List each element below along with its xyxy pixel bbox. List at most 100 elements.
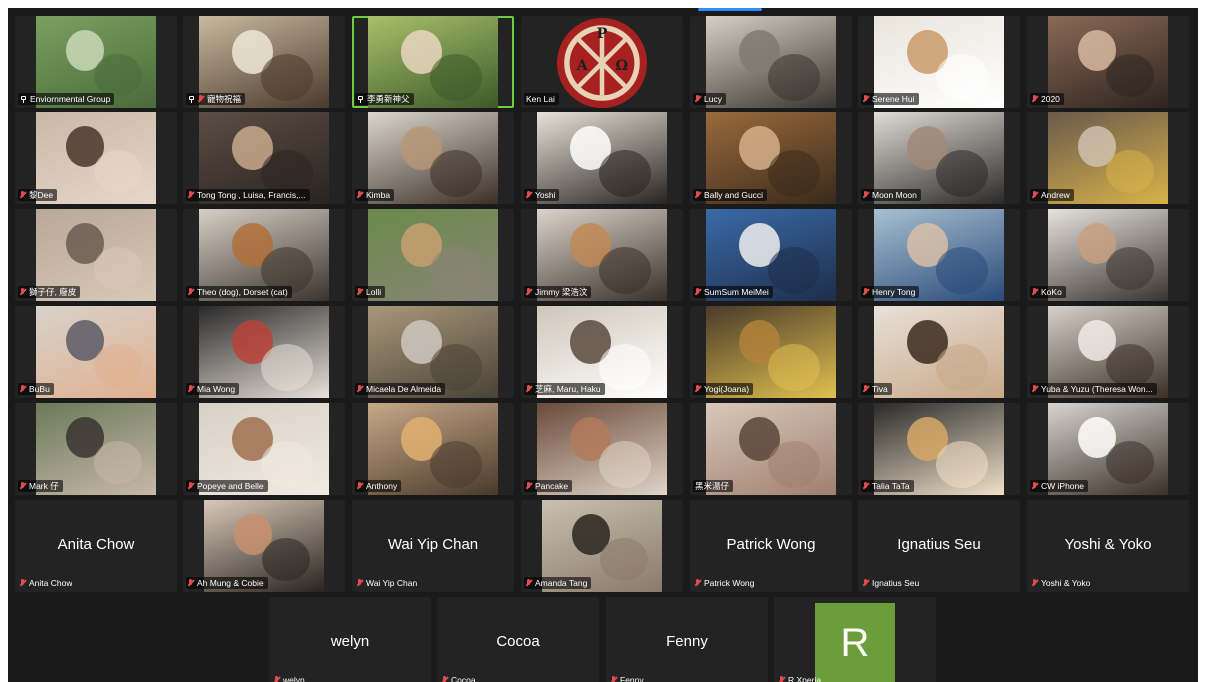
participant-tile[interactable]: Mia Wong xyxy=(183,306,345,398)
pet-silhouette xyxy=(768,54,821,101)
muted-mic-icon xyxy=(863,95,868,103)
participant-tile[interactable]: Yoshi & Yoko Yoshi & Yoko xyxy=(1027,500,1189,592)
pin-icon xyxy=(188,95,195,103)
participant-tile[interactable]: KoKo xyxy=(1027,209,1189,301)
participant-name: SumSum MeiMei xyxy=(704,287,769,297)
pet-silhouette xyxy=(768,344,821,391)
muted-mic-icon xyxy=(1032,482,1037,490)
participant-tile[interactable]: BuBu xyxy=(15,306,177,398)
video-feed xyxy=(368,209,498,301)
participant-tile[interactable]: Mark 仔 xyxy=(15,403,177,495)
participant-tile[interactable]: Ignatius Seu Ignatius Seu xyxy=(858,500,1020,592)
participant-tile[interactable]: Lolli xyxy=(352,209,514,301)
participant-tile[interactable]: CW iPhone xyxy=(1027,403,1189,495)
participant-tile[interactable]: Theo (dog), Dorset (cat) xyxy=(183,209,345,301)
participant-tile[interactable]: SumSum MeiMei xyxy=(690,209,852,301)
participant-name-label: 黎Dee xyxy=(18,189,58,201)
pin-icon xyxy=(20,95,27,103)
participant-tile[interactable]: 芝麻, Maru, Haku xyxy=(521,306,683,398)
participant-name: Ken Lai xyxy=(526,94,555,104)
participant-tile[interactable]: 獅子仔, 廢皮 xyxy=(15,209,177,301)
participant-name-label: 黑米湯仔 xyxy=(693,480,734,492)
participant-tile[interactable]: Talia TaTa xyxy=(858,403,1020,495)
muted-mic-icon xyxy=(526,482,531,490)
participant-name-label: 芝麻, Maru, Haku xyxy=(524,383,605,395)
participant-tile[interactable]: Patrick Wong Patrick Wong xyxy=(690,500,852,592)
pet-silhouette xyxy=(261,344,314,391)
participant-name: 李勇新神父 xyxy=(367,94,410,104)
participant-tile[interactable]: 黑米湯仔 xyxy=(690,403,852,495)
muted-mic-icon xyxy=(198,95,203,103)
participant-tile[interactable]: Enviornmental Group xyxy=(15,16,177,108)
participant-tile[interactable]: Fenny Fenny xyxy=(606,597,768,682)
participant-tile[interactable]: Lucy xyxy=(690,16,852,108)
participant-name-label: Lolli xyxy=(355,286,386,298)
muted-mic-icon xyxy=(188,191,193,199)
participant-tile[interactable]: 2020 xyxy=(1027,16,1189,108)
participant-tile[interactable]: Andrew xyxy=(1027,112,1189,204)
participant-name: Enviornmental Group xyxy=(30,94,111,104)
pet-silhouette xyxy=(599,538,648,582)
participant-tile[interactable]: Pancake xyxy=(521,403,683,495)
participant-name-label: Andrew xyxy=(1030,189,1074,201)
participant-name: Micaela De Almeida xyxy=(366,384,442,394)
participant-name-label: Mark 仔 xyxy=(18,480,63,492)
muted-mic-icon xyxy=(695,385,700,393)
pet-silhouette xyxy=(599,150,652,197)
participant-name-label: Anita Chow xyxy=(18,577,76,589)
participant-tile[interactable]: Amanda Tang xyxy=(521,500,683,592)
participant-name-label: Kimba xyxy=(355,189,395,201)
participant-display-name: Cocoa xyxy=(496,633,540,650)
muted-mic-icon xyxy=(20,482,25,490)
participant-display-name: Ignatius Seu xyxy=(897,536,981,553)
participant-name-label: Cocoa xyxy=(440,674,480,682)
participant-tile[interactable]: 李勇新神父 xyxy=(352,16,514,108)
participant-tile[interactable]: Ah Mung & Cobie xyxy=(183,500,345,592)
pet-silhouette xyxy=(1105,150,1154,194)
participant-tile[interactable]: RR Xperia xyxy=(774,597,936,682)
participant-tile[interactable]: Yogi(Joana) xyxy=(690,306,852,398)
participant-tile[interactable]: Cocoa Cocoa xyxy=(437,597,599,682)
participant-tile[interactable]: Kimba xyxy=(352,112,514,204)
participant-tile[interactable]: Tong Tong , Luisa, Francis,... xyxy=(183,112,345,204)
participant-tile[interactable]: Henry Tong xyxy=(858,209,1020,301)
avatar: R xyxy=(815,603,895,682)
pet-silhouette xyxy=(768,247,821,294)
participant-name-label: Ken Lai xyxy=(524,93,559,105)
participant-tile[interactable]: Serene Hui xyxy=(858,16,1020,108)
muted-mic-icon xyxy=(188,482,193,490)
pet-silhouette xyxy=(936,54,989,101)
participant-name-label: Bally and Gucci xyxy=(693,189,768,201)
participant-name: Theo (dog), Dorset (cat) xyxy=(197,287,288,297)
participant-name: Yoshi & Yoko xyxy=(1041,578,1091,588)
participant-name-label: Serene Hui xyxy=(861,93,919,105)
participant-name-label: Lucy xyxy=(693,93,726,105)
muted-mic-icon xyxy=(526,288,531,296)
participant-tile[interactable]: 黎Dee xyxy=(15,112,177,204)
participant-tile[interactable]: Wai Yip Chan Wai Yip Chan xyxy=(352,500,514,592)
participant-tile[interactable]: Yoshi xyxy=(521,112,683,204)
participant-tile[interactable]: Popeye and Belle xyxy=(183,403,345,495)
participant-tile[interactable]: Jimmy 梁浩汶 xyxy=(521,209,683,301)
participant-tile[interactable]: Moon Moon xyxy=(858,112,1020,204)
participant-tile[interactable]: Yuba & Yuzu (Theresa Won... xyxy=(1027,306,1189,398)
participant-tile[interactable]: Micaela De Almeida xyxy=(352,306,514,398)
muted-mic-icon xyxy=(863,191,868,199)
participant-tile[interactable]: welyn welyn xyxy=(269,597,431,682)
participant-tile[interactable]: Anthony xyxy=(352,403,514,495)
participant-name-label: 2020 xyxy=(1030,93,1064,105)
participant-name: Yogi(Joana) xyxy=(704,384,750,394)
participant-name: Ah Mung & Cobie xyxy=(197,578,264,588)
participant-tile[interactable]: Anita Chow Anita Chow xyxy=(15,500,177,592)
participant-name: Lolli xyxy=(366,287,382,297)
participant-tile[interactable]: Tiva xyxy=(858,306,1020,398)
participant-name-label: Mia Wong xyxy=(186,383,240,395)
participant-tile[interactable]: P A Ω Ken Lai xyxy=(521,16,683,108)
participant-name-label: Micaela De Almeida xyxy=(355,383,446,395)
muted-mic-icon xyxy=(695,288,700,296)
participant-name: Anthony xyxy=(366,481,398,491)
video-feed xyxy=(1048,209,1168,301)
muted-mic-icon xyxy=(357,191,362,199)
participant-tile[interactable]: 寵物祝福 xyxy=(183,16,345,108)
participant-tile[interactable]: Bally and Gucci xyxy=(690,112,852,204)
